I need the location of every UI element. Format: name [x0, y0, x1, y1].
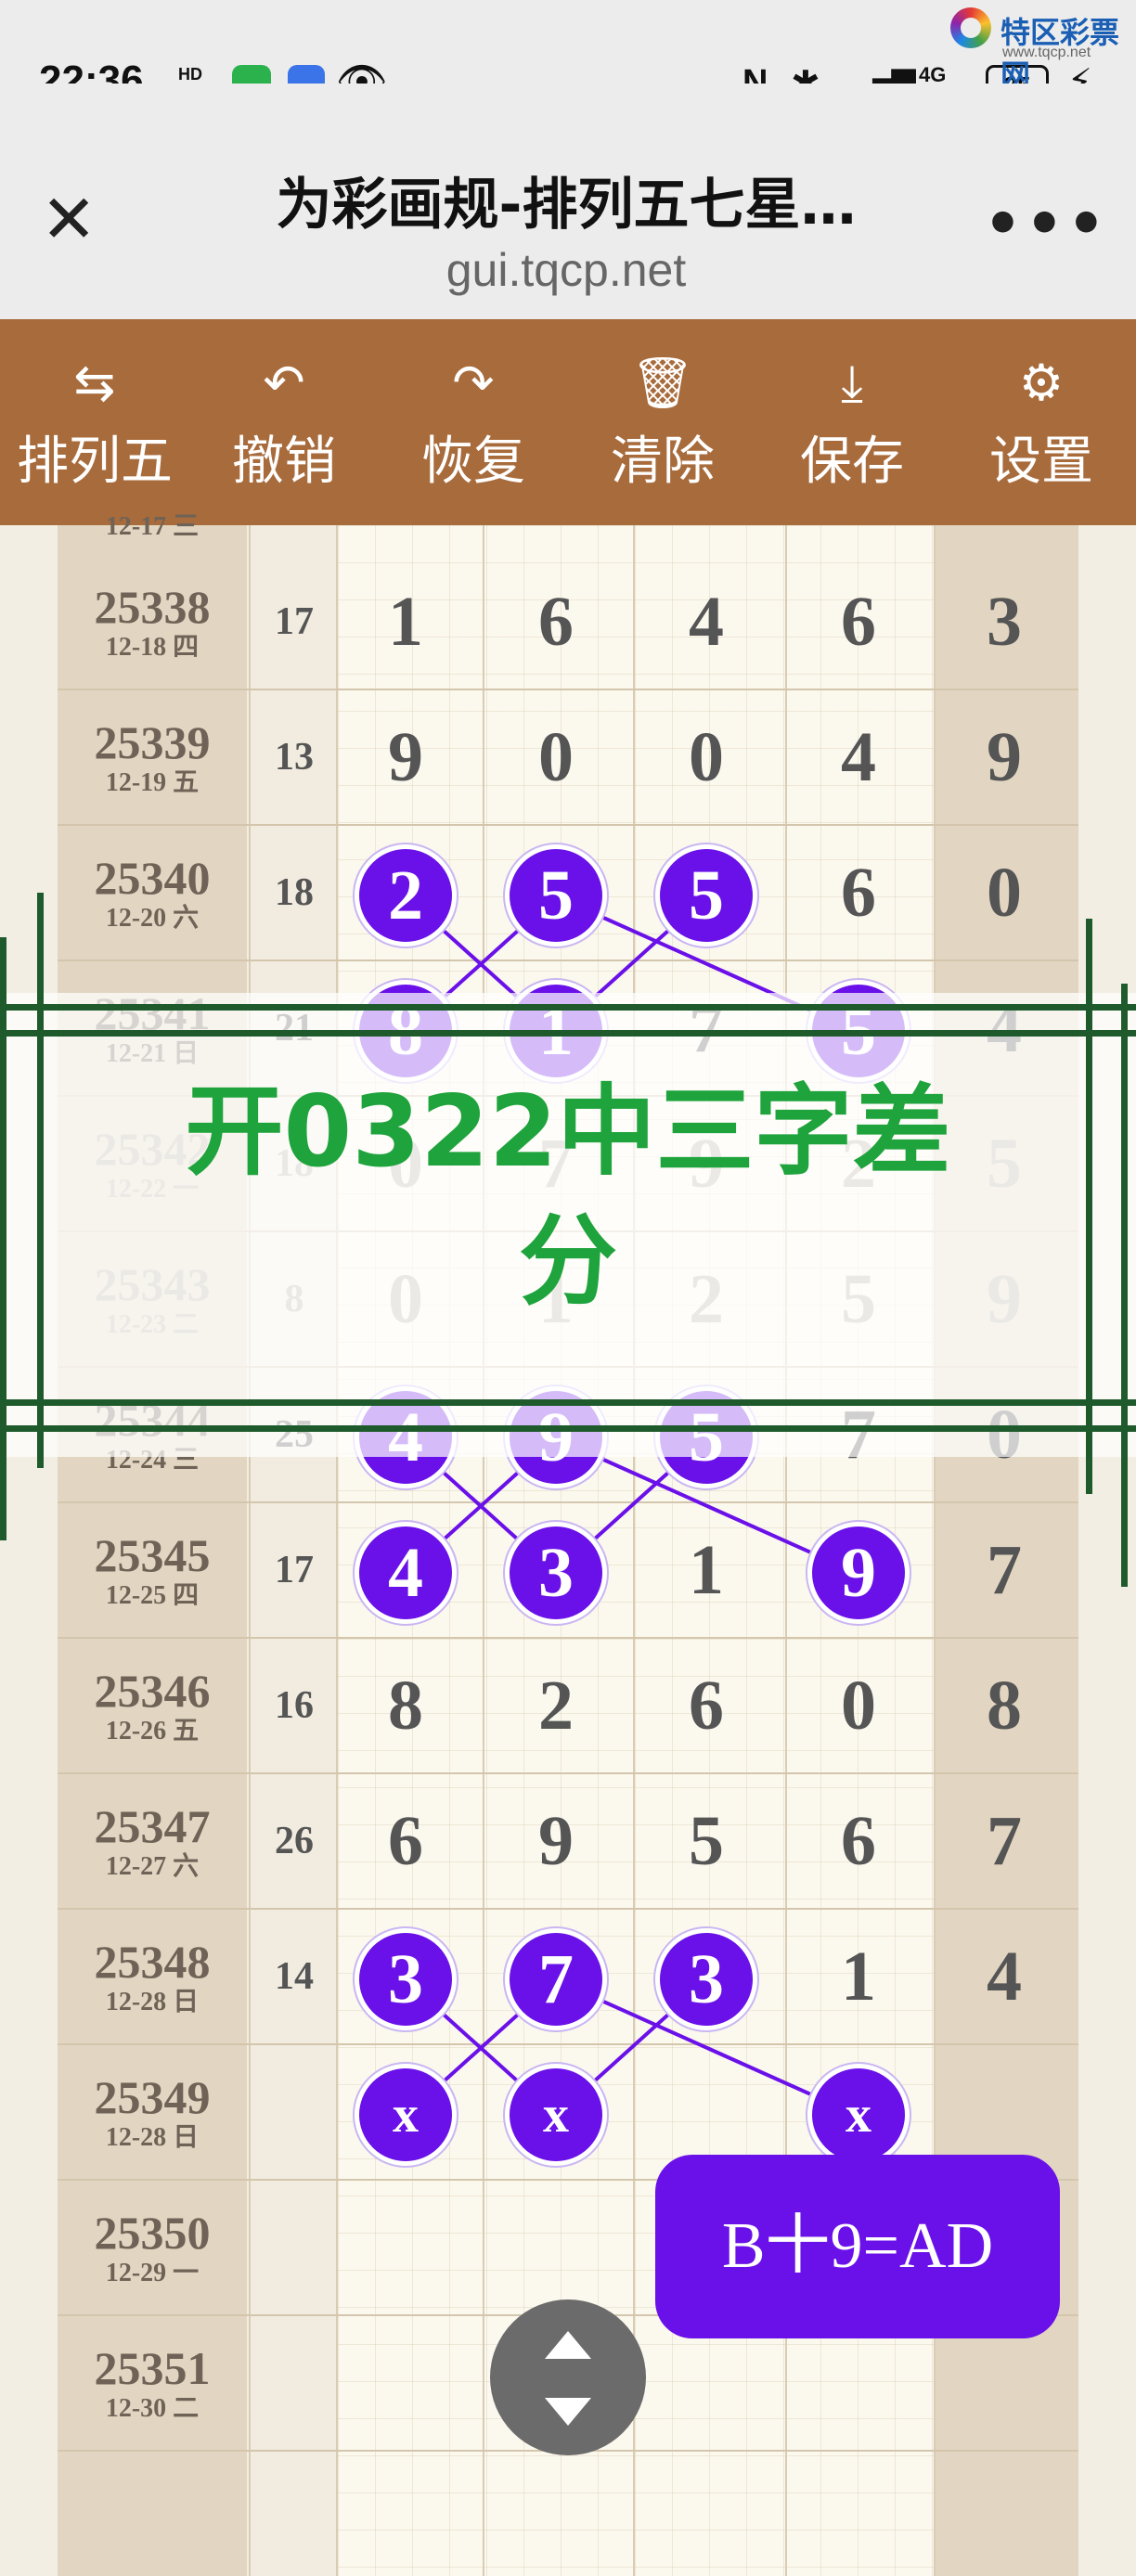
- chevron-up-icon: [545, 2331, 591, 2359]
- banner-line: [1086, 919, 1092, 1494]
- banner-line-1: 开0322中三字差: [185, 1075, 951, 1189]
- banner-line: [0, 1399, 1136, 1406]
- marked-digit[interactable]: 5: [655, 844, 757, 947]
- banner-line-2: 分: [519, 1204, 617, 1319]
- marked-digit[interactable]: 4: [355, 1522, 457, 1624]
- marked-digit[interactable]: 2: [355, 844, 457, 947]
- chevron-down-icon: [545, 2398, 591, 2426]
- marked-digit[interactable]: x: [807, 2064, 910, 2166]
- banner-line: [0, 1004, 1136, 1011]
- banner-text: 开0322中三字差 分: [56, 1067, 1080, 1327]
- banner-line: [0, 1425, 1136, 1432]
- banner-line: [1121, 984, 1128, 1587]
- banner-line: [0, 1030, 1136, 1037]
- marked-digit[interactable]: 5: [505, 844, 607, 947]
- marked-digit[interactable]: x: [355, 2064, 457, 2166]
- marked-digit[interactable]: x: [505, 2064, 607, 2166]
- marked-digit[interactable]: 3: [355, 1928, 457, 2030]
- banner-line: [0, 937, 6, 1540]
- scroll-toggle-button[interactable]: [490, 2299, 646, 2455]
- formula-bubble[interactable]: B十9=AD: [655, 2155, 1060, 2338]
- marked-digit[interactable]: 9: [807, 1522, 910, 1624]
- marked-digit[interactable]: 3: [655, 1928, 757, 2030]
- marked-digit[interactable]: 7: [505, 1928, 607, 2030]
- marked-digit[interactable]: 3: [505, 1522, 607, 1624]
- banner-line: [37, 893, 44, 1468]
